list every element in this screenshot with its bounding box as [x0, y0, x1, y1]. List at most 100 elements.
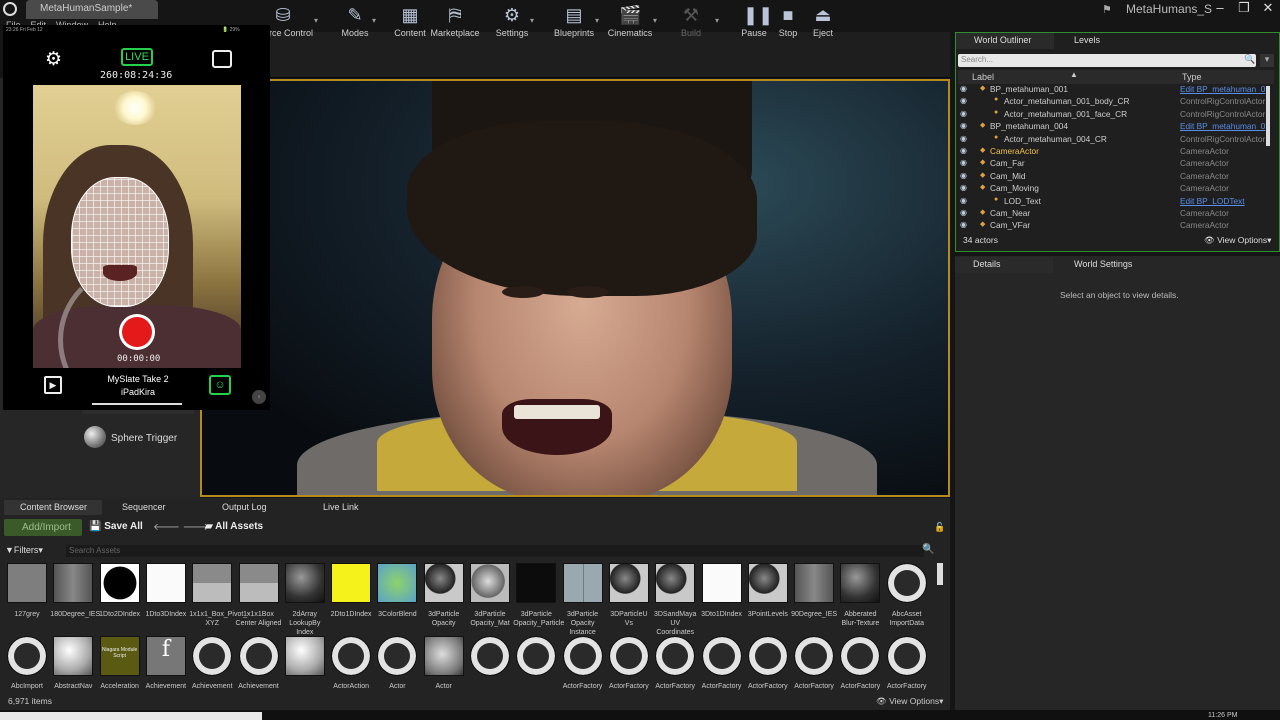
- asset-thumbnail[interactable]: [238, 563, 279, 603]
- asset-thumbnail[interactable]: [516, 563, 557, 603]
- path-all-assets[interactable]: ▰ All Assets: [205, 521, 263, 532]
- cinematics-dropdown-icon[interactable]: ▾: [653, 16, 657, 25]
- outliner-filter-icon[interactable]: ▾: [1260, 54, 1274, 67]
- filters-button[interactable]: ▼Filters▾: [5, 545, 43, 556]
- asset-thumbnail[interactable]: [284, 563, 325, 603]
- phone-settings-icon[interactable]: ⚙: [45, 48, 62, 71]
- visibility-eye-icon[interactable]: ◉: [960, 220, 967, 229]
- asset-thumbnail[interactable]: [840, 563, 881, 603]
- face-tracking-icon[interactable]: ☺: [209, 375, 231, 395]
- eject-button[interactable]: ⏏ Eject: [790, 2, 856, 44]
- visibility-eye-icon[interactable]: ◉: [960, 208, 967, 217]
- visibility-eye-icon[interactable]: ◉: [960, 84, 967, 93]
- history-arrows-icon[interactable]: 🡐 🡒: [153, 521, 209, 533]
- tab-levels[interactable]: Levels: [1056, 33, 1152, 49]
- asset-thumbnail[interactable]: [331, 636, 372, 676]
- level-viewport[interactable]: [200, 79, 950, 497]
- close-icon[interactable]: ✕: [1256, 0, 1280, 18]
- asset-thumbnail[interactable]: [794, 636, 835, 676]
- asset-thumbnail[interactable]: Niagara Module Script: [99, 636, 140, 676]
- asset-thumbnail[interactable]: [238, 636, 279, 676]
- outliner-row[interactable]: ◉ ● Actor_metahuman_001_body_CR ControlRigC…: [958, 96, 1266, 109]
- asset-thumbnail[interactable]: [747, 636, 788, 676]
- outliner-row[interactable]: ◉ ◆ Cam_Far CameraActor: [958, 158, 1266, 171]
- asset-thumbnail[interactable]: [99, 563, 140, 603]
- asset-thumbnail[interactable]: [701, 563, 742, 603]
- asset-thumbnail[interactable]: [655, 563, 696, 603]
- outliner-row[interactable]: ◉ ◆ Cam_VFar CameraActor: [958, 220, 1266, 233]
- asset-thumbnail[interactable]: [886, 563, 927, 603]
- asset-thumbnail[interactable]: [562, 636, 603, 676]
- asset-thumbnail[interactable]: [608, 636, 649, 676]
- outliner-row[interactable]: ◉ ◆ Cam_Near CameraActor: [958, 208, 1266, 221]
- outliner-row[interactable]: ◉ ● LOD_Text Edit BP_LODText: [958, 196, 1266, 209]
- outliner-row[interactable]: ◉ ◆ CameraActor CameraActor: [958, 146, 1266, 159]
- playback-icon[interactable]: ▶: [44, 376, 62, 394]
- outliner-search-input[interactable]: Search...: [958, 54, 1256, 67]
- asset-thumbnail[interactable]: [794, 563, 835, 603]
- visibility-eye-icon[interactable]: ◉: [960, 109, 967, 118]
- outliner-row[interactable]: ◉ ● Actor_metahuman_004_CR ControlRigContro…: [958, 134, 1266, 147]
- tab-output-log[interactable]: Output Log: [206, 500, 304, 515]
- asset-thumbnail[interactable]: [470, 563, 510, 603]
- visibility-eye-icon[interactable]: ◉: [960, 96, 967, 105]
- visibility-eye-icon[interactable]: ◉: [960, 171, 967, 180]
- build-dropdown-icon[interactable]: ▾: [715, 16, 719, 25]
- settings-dropdown-icon[interactable]: ▾: [530, 16, 534, 25]
- asset-scrollbar[interactable]: [937, 563, 943, 585]
- visibility-eye-icon[interactable]: ◉: [960, 146, 967, 155]
- maximize-icon[interactable]: ❐: [1232, 0, 1256, 18]
- asset-thumbnail[interactable]: [53, 636, 94, 676]
- type-column-header[interactable]: Type: [1182, 72, 1202, 82]
- asset-thumbnail[interactable]: [331, 563, 372, 603]
- label-column-header[interactable]: Label: [972, 72, 994, 82]
- asset-thumbnail[interactable]: [284, 636, 325, 676]
- settings-button[interactable]: ⚙ Settings: [479, 2, 545, 44]
- live-badge[interactable]: LIVE: [121, 48, 153, 66]
- outliner-row-type[interactable]: Edit BP_LODText: [1180, 196, 1245, 206]
- modes-dropdown-icon[interactable]: ▾: [372, 16, 376, 25]
- asset-thumbnail[interactable]: [470, 636, 510, 676]
- asset-thumbnail[interactable]: [747, 563, 788, 603]
- visibility-eye-icon[interactable]: ◉: [960, 121, 967, 130]
- outliner-view-options[interactable]: 👁 View Options▾: [1204, 235, 1271, 246]
- save-all-button[interactable]: 💾 Save All: [89, 521, 143, 532]
- outliner-row[interactable]: ◉ ● Actor_metahuman_001_face_CR ControlRigC…: [958, 109, 1266, 122]
- asset-thumbnail[interactable]: [7, 563, 47, 603]
- tab-world-outliner[interactable]: World Outliner: [956, 33, 1054, 49]
- outliner-row-type[interactable]: Edit BP_metahuman_0: [1180, 84, 1265, 94]
- source-control-status-icon[interactable]: ⚑: [1102, 3, 1112, 16]
- visibility-eye-icon[interactable]: ◉: [960, 183, 967, 192]
- asset-thumbnail[interactable]: [145, 563, 186, 603]
- outliner-row[interactable]: ◉ ◆ Cam_Moving CameraActor: [958, 183, 1266, 196]
- tab-details[interactable]: Details: [955, 257, 1053, 273]
- taskbar-search[interactable]: [0, 712, 262, 720]
- outliner-row[interactable]: ◉ ◆ BP_metahuman_004 Edit BP_metahuman_0: [958, 121, 1266, 134]
- tab-content-browser[interactable]: Content Browser: [4, 500, 102, 515]
- content-view-options[interactable]: 👁 View Options▾: [876, 696, 943, 707]
- asset-thumbnail[interactable]: [192, 563, 233, 603]
- asset-thumbnail[interactable]: [886, 636, 927, 676]
- visibility-eye-icon[interactable]: ◉: [960, 134, 967, 143]
- asset-thumbnail[interactable]: [655, 636, 696, 676]
- asset-thumbnail[interactable]: [7, 636, 47, 676]
- camera-frame-icon[interactable]: [212, 50, 232, 68]
- visibility-eye-icon[interactable]: ◉: [960, 196, 967, 205]
- asset-thumbnail[interactable]: [562, 563, 603, 603]
- tab-sequencer[interactable]: Sequencer: [106, 500, 204, 515]
- asset-thumbnail[interactable]: [192, 636, 233, 676]
- outliner-row-type[interactable]: Edit BP_metahuman_0: [1180, 121, 1265, 131]
- outliner-scrollbar[interactable]: [1266, 86, 1270, 146]
- lock-icon[interactable]: 🔓: [934, 522, 945, 533]
- asset-thumbnail[interactable]: [701, 636, 742, 676]
- asset-thumbnail[interactable]: [423, 563, 464, 603]
- minimize-icon[interactable]: –: [1208, 0, 1232, 18]
- visibility-eye-icon[interactable]: ◉: [960, 158, 967, 167]
- outliner-row[interactable]: ◉ ◆ Cam_Mid CameraActor: [958, 171, 1266, 184]
- add-import-button[interactable]: Add/Import: [4, 519, 82, 536]
- assistive-touch-icon[interactable]: ◦: [252, 390, 266, 404]
- outliner-row[interactable]: ◉ ◆ BP_metahuman_001 Edit BP_metahuman_0: [958, 84, 1266, 97]
- asset-thumbnail[interactable]: [53, 563, 94, 603]
- asset-search-input[interactable]: Search Assets: [66, 545, 924, 557]
- source-control-dropdown-icon[interactable]: ▾: [314, 16, 318, 25]
